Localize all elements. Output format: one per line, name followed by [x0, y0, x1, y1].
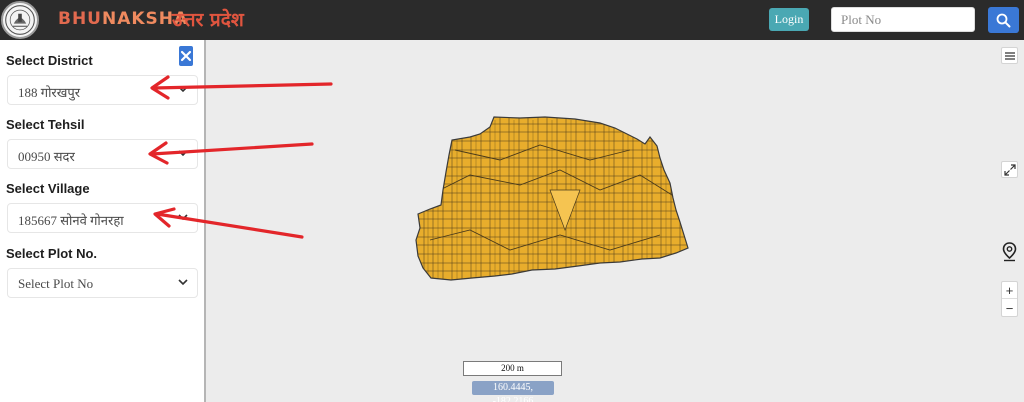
search-button[interactable] [988, 7, 1019, 33]
plot-select[interactable]: Select Plot No [7, 268, 198, 298]
tehsil-select[interactable]: 00950 सदर [7, 139, 198, 169]
state-emblem-logo [1, 1, 39, 39]
district-value: 188 गोरखपुर [18, 85, 81, 100]
zoom-controls: + − [1001, 281, 1018, 317]
tehsil-label: Select Tehsil [6, 117, 85, 132]
village-parcel-map [415, 116, 689, 281]
scale-bar: 200 m [463, 361, 562, 376]
expand-icon [1004, 164, 1016, 176]
map-canvas[interactable]: 200 m 160.4445, -182.2166 [208, 40, 1024, 402]
plot-value: Select Plot No [18, 276, 94, 291]
fullscreen-button[interactable] [1001, 161, 1018, 178]
village-select[interactable]: 185667 सोनवे गोनरहा [7, 203, 198, 233]
search-icon [996, 13, 1011, 28]
location-pin-button[interactable] [1001, 242, 1018, 267]
login-button[interactable]: Login [769, 8, 809, 31]
chevron-down-icon [178, 214, 188, 221]
zoom-out-button[interactable]: − [1002, 300, 1017, 317]
brand-state-name: उत्तर प्रदेश [172, 9, 244, 31]
plot-label: Select Plot No. [6, 246, 98, 261]
selection-sidebar: Select District 188 गोरखपुर Select Tehsi… [0, 40, 206, 402]
menu-icon [1005, 52, 1015, 60]
zoom-in-button[interactable]: + [1002, 282, 1017, 299]
coordinate-readout: 160.4445, -182.2166 [472, 381, 554, 402]
tehsil-value: 00950 सदर [18, 149, 75, 164]
district-select[interactable]: 188 गोरखपुर [7, 75, 198, 105]
brand-name: BHUNAKSHA [58, 9, 188, 29]
location-pin-icon [1002, 242, 1017, 262]
close-icon [180, 50, 192, 62]
chevron-down-icon [178, 86, 188, 93]
chevron-down-icon [178, 279, 188, 286]
chevron-down-icon [178, 150, 188, 157]
plot-search-input[interactable] [831, 7, 975, 32]
top-navbar: BHUNAKSHA उत्तर प्रदेश Login [0, 0, 1024, 40]
village-value: 185667 सोनवे गोनरहा [18, 213, 124, 228]
layers-menu-button[interactable] [1001, 47, 1018, 64]
brand-part-1: BHU [58, 9, 102, 29]
district-label: Select District [6, 53, 93, 68]
village-label: Select Village [6, 181, 90, 196]
close-sidebar-button[interactable] [179, 46, 193, 66]
